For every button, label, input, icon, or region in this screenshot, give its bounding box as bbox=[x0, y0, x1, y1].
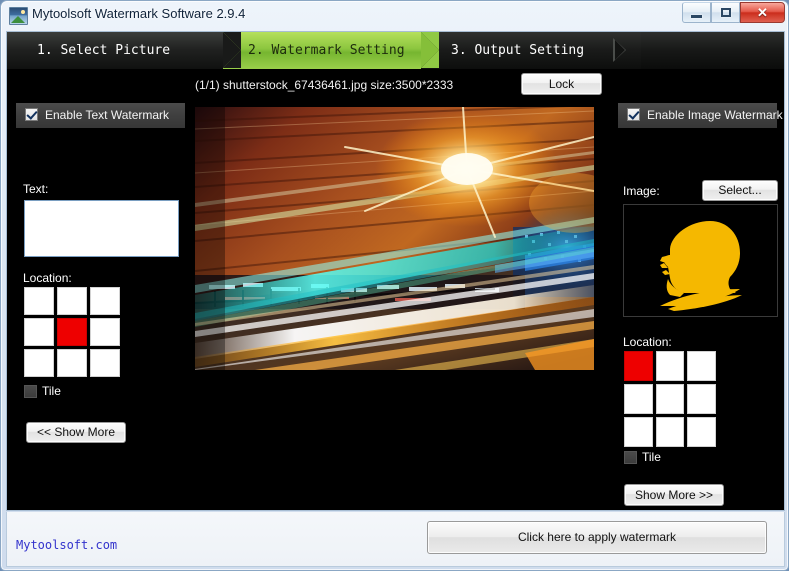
image-field-label: Image: bbox=[623, 184, 660, 198]
step-chevron-icon bbox=[613, 37, 626, 62]
image-location-cell-5[interactable] bbox=[687, 384, 716, 414]
step-1-label: 1. Select Picture bbox=[37, 43, 171, 58]
step-3-label: 3. Output Setting bbox=[451, 43, 585, 58]
apply-watermark-button[interactable]: Click here to apply watermark bbox=[427, 521, 767, 554]
enable-image-watermark-checkbox[interactable] bbox=[627, 108, 640, 121]
image-tile-checkbox[interactable] bbox=[624, 451, 637, 464]
window-title: Mytoolsoft Watermark Software 2.9.4 bbox=[32, 6, 246, 21]
maximize-icon bbox=[721, 8, 731, 17]
step-watermark-setting[interactable]: 2. Watermark Setting bbox=[223, 32, 439, 69]
text-field-label: Text: bbox=[23, 182, 49, 196]
enable-text-watermark-label: Enable Text Watermark bbox=[45, 108, 170, 122]
text-location-cell-4[interactable] bbox=[57, 318, 87, 346]
enable-text-watermark-checkbox[interactable] bbox=[25, 108, 38, 121]
image-watermark-preview[interactable] bbox=[623, 204, 778, 317]
step-2-label: 2. Watermark Setting bbox=[248, 43, 405, 58]
image-location-label: Location: bbox=[623, 335, 672, 349]
text-tile-label: Tile bbox=[42, 384, 61, 398]
image-location-grid[interactable] bbox=[624, 351, 716, 447]
step-select-picture[interactable]: 1. Select Picture bbox=[7, 32, 241, 69]
text-location-cell-8[interactable] bbox=[90, 349, 120, 377]
preview-photo-graphic bbox=[195, 107, 594, 370]
text-location-cell-0[interactable] bbox=[24, 287, 54, 315]
enable-image-watermark-row[interactable]: Enable Image Watermark bbox=[618, 103, 783, 128]
text-location-grid[interactable] bbox=[24, 287, 120, 377]
watermark-text-input[interactable] bbox=[24, 200, 179, 257]
image-location-cell-3[interactable] bbox=[624, 384, 653, 414]
image-location-cell-4[interactable] bbox=[655, 384, 685, 414]
text-tile-checkbox[interactable] bbox=[24, 385, 37, 398]
image-location-cell-8[interactable] bbox=[687, 417, 716, 447]
step-navigation-bar: 1. Select Picture 2. Watermark Setting 3… bbox=[7, 32, 784, 69]
image-location-cell-7[interactable] bbox=[655, 417, 685, 447]
picture-preview[interactable] bbox=[195, 107, 594, 370]
text-location-cell-7[interactable] bbox=[57, 349, 87, 377]
text-location-cell-6[interactable] bbox=[24, 349, 54, 377]
client-area: 1. Select Picture 2. Watermark Setting 3… bbox=[6, 31, 785, 511]
footer-bar: Mytoolsoft.com Click here to apply water… bbox=[6, 512, 785, 567]
text-location-cell-5[interactable] bbox=[90, 318, 120, 346]
close-icon: ✕ bbox=[757, 5, 768, 20]
maximize-button[interactable] bbox=[711, 2, 740, 23]
image-location-cell-6[interactable] bbox=[624, 417, 653, 447]
minimize-icon bbox=[691, 15, 702, 18]
image-location-cell-2[interactable] bbox=[687, 351, 716, 381]
text-show-more-button[interactable]: << Show More bbox=[26, 422, 126, 443]
text-location-cell-2[interactable] bbox=[90, 287, 120, 315]
image-show-more-button[interactable]: Show More >> bbox=[624, 484, 724, 506]
app-picture-icon bbox=[9, 7, 28, 25]
head-silhouette-icon bbox=[624, 205, 777, 316]
title-bar[interactable]: Mytoolsoft Watermark Software 2.9.4 ✕ bbox=[1, 1, 789, 30]
application-window: Mytoolsoft Watermark Software 2.9.4 ✕ 1.… bbox=[0, 0, 789, 571]
image-location-cell-1[interactable] bbox=[655, 351, 685, 381]
image-location-cell-0[interactable] bbox=[624, 351, 653, 381]
lock-button[interactable]: Lock bbox=[521, 73, 602, 95]
enable-image-watermark-label: Enable Image Watermark bbox=[647, 108, 783, 122]
text-location-label: Location: bbox=[23, 271, 72, 285]
close-button[interactable]: ✕ bbox=[740, 2, 785, 23]
step-output-setting[interactable]: 3. Output Setting bbox=[421, 32, 641, 69]
minimize-button[interactable] bbox=[682, 2, 711, 23]
text-location-cell-1[interactable] bbox=[57, 287, 87, 315]
website-link[interactable]: Mytoolsoft.com bbox=[16, 538, 117, 552]
select-image-button[interactable]: Select... bbox=[702, 180, 778, 201]
image-tile-label: Tile bbox=[642, 450, 661, 464]
text-location-cell-3[interactable] bbox=[24, 318, 54, 346]
enable-text-watermark-row[interactable]: Enable Text Watermark bbox=[16, 103, 185, 128]
file-info-text: (1/1) shutterstock_67436461.jpg size:350… bbox=[195, 78, 454, 92]
